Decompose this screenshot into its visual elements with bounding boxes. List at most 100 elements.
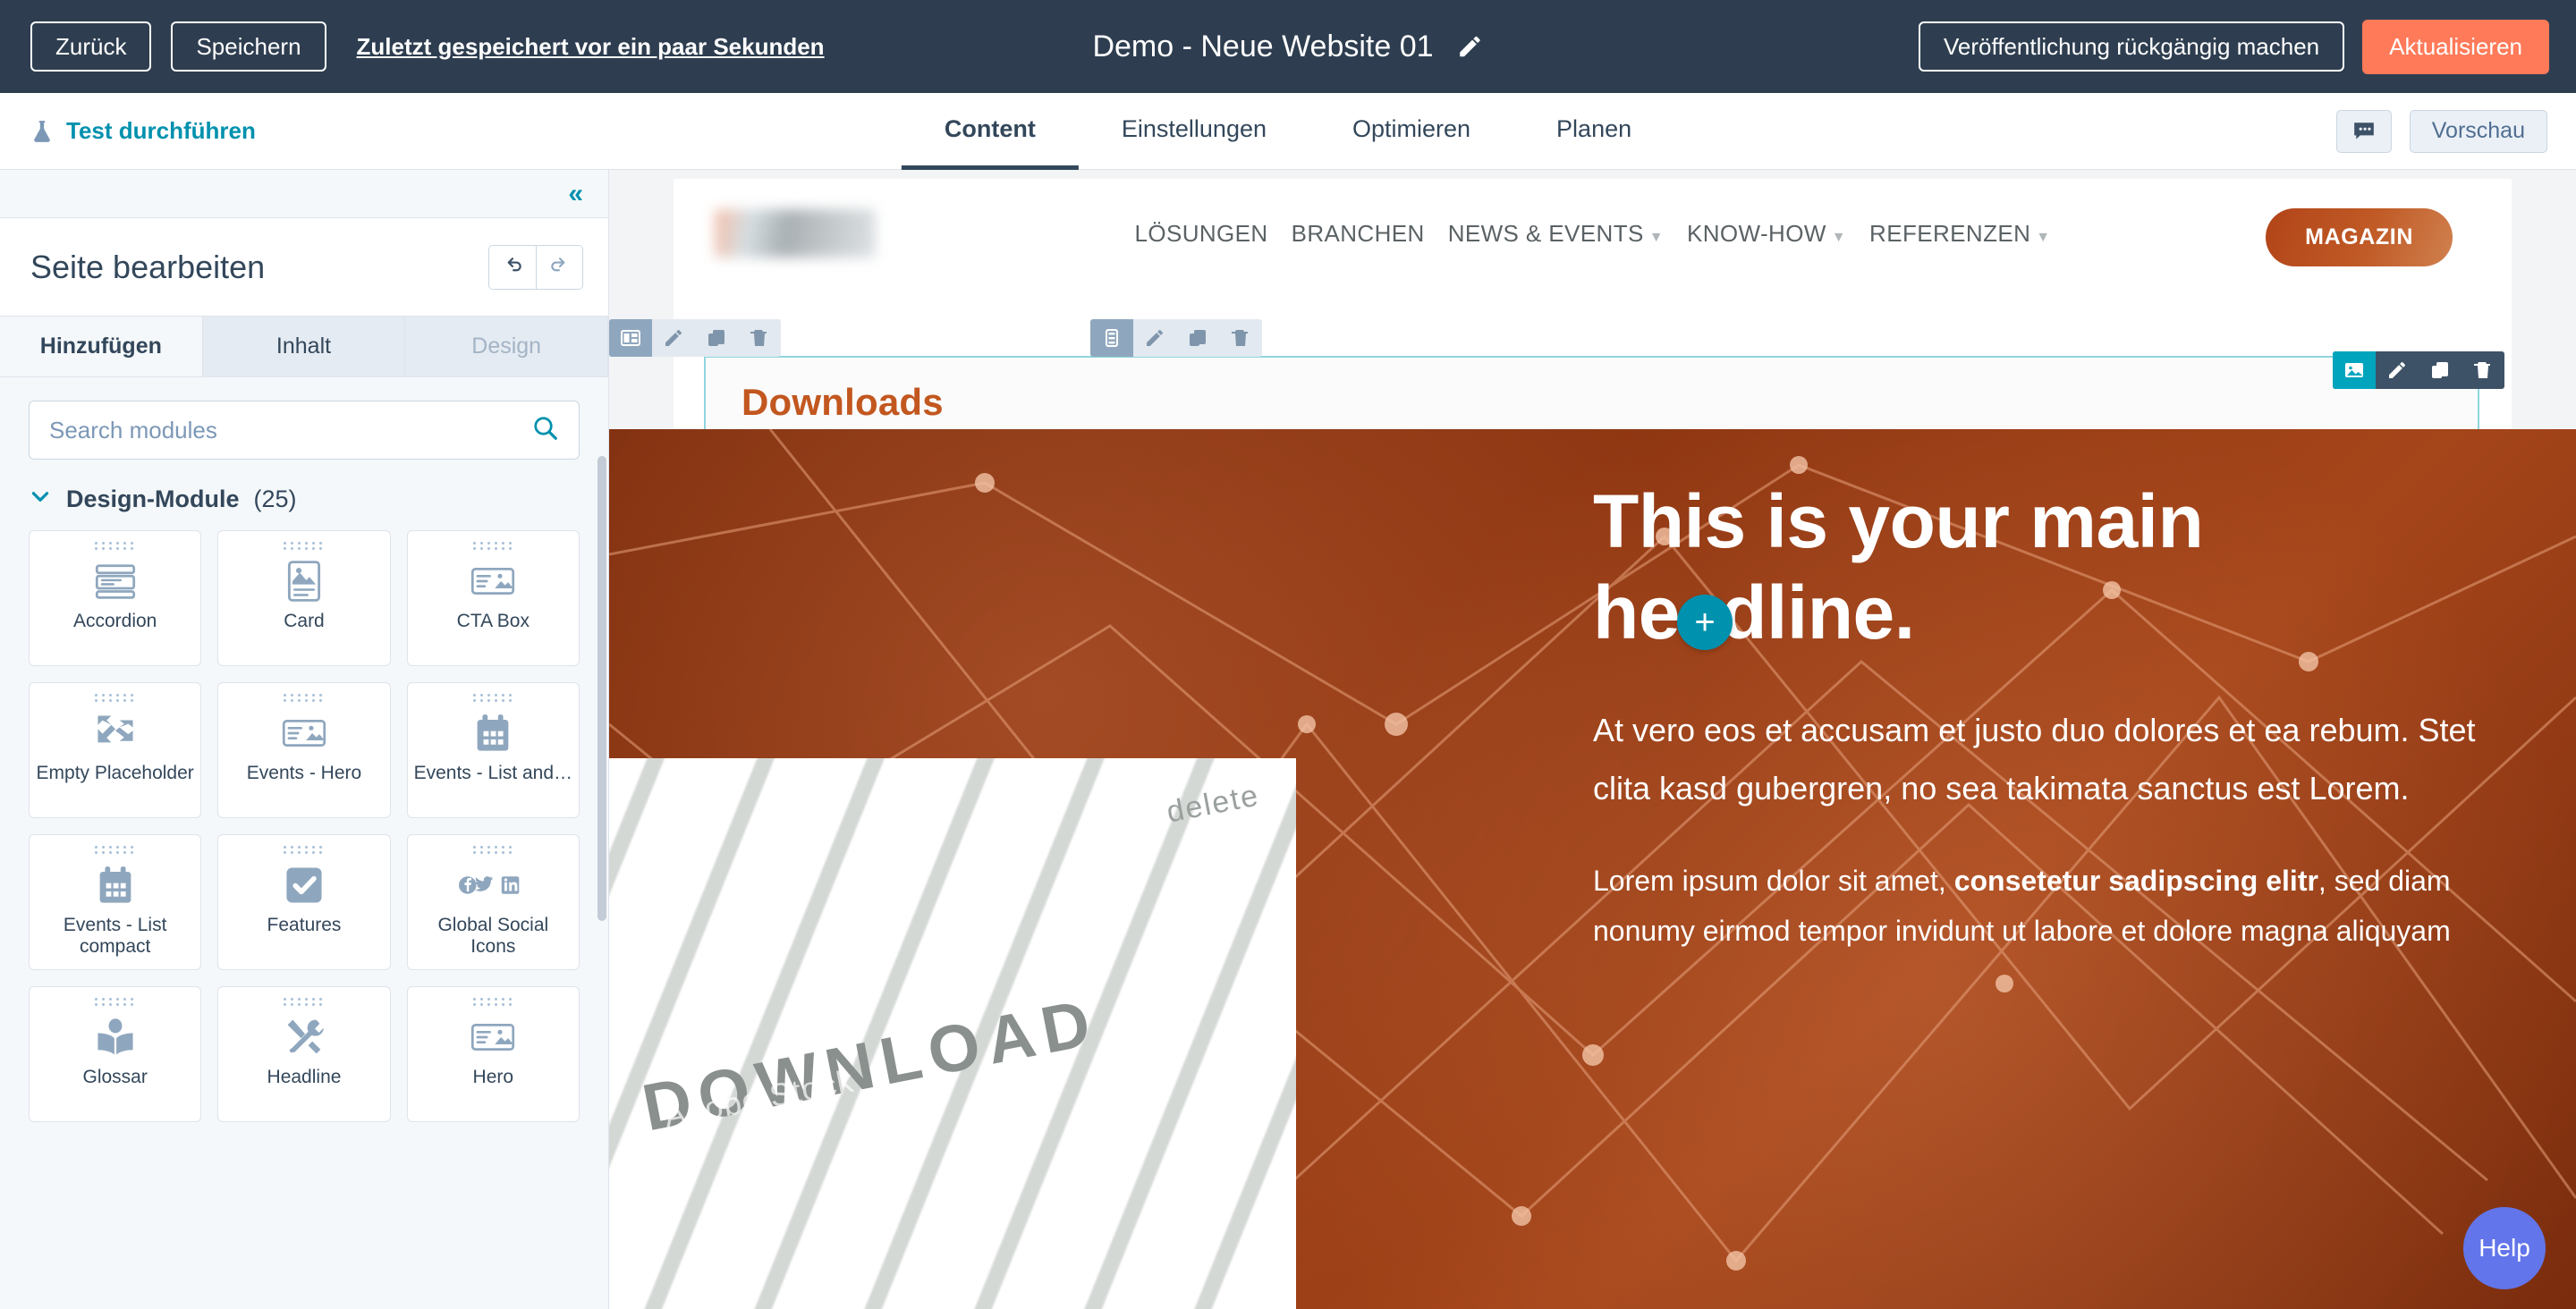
run-test-link[interactable]: Test durchführen [30, 117, 256, 145]
hero-image: delete DOWNLOAD Adobe Stock [609, 758, 1296, 1309]
pencil-icon[interactable] [1133, 319, 1176, 357]
drag-handle-icon[interactable] [284, 846, 324, 854]
module-card-cta-box[interactable]: CTA Box [406, 530, 580, 666]
sidebar-tab-design[interactable]: Design [405, 317, 608, 376]
hero-content: This is your main headline. At vero eos … [1593, 429, 2576, 1309]
drag-handle-icon[interactable] [95, 998, 135, 1006]
chevron-down-icon: ▼ [1648, 229, 1664, 245]
module-card-card[interactable]: Card [217, 530, 391, 666]
tab-content[interactable]: Content [901, 93, 1079, 170]
drag-handle-icon[interactable] [95, 542, 135, 550]
site-nav-know-how[interactable]: KNOW-HOW ▼ [1687, 220, 1846, 248]
site-nav-news-events[interactable]: NEWS & EVENTS ▼ [1448, 220, 1664, 248]
module-card-features[interactable]: Features [217, 834, 391, 970]
drag-handle-icon[interactable] [95, 846, 135, 854]
add-module-button[interactable]: + [1677, 595, 1733, 650]
pencil-icon[interactable] [2376, 351, 2419, 389]
accordion-icon [95, 557, 136, 605]
editor-tabs: Content Einstellungen Optimieren Planen [901, 93, 1674, 170]
save-button[interactable]: Speichern [171, 21, 326, 72]
module-card-hero[interactable]: Hero [406, 986, 580, 1122]
module-label: Events - Hero [246, 763, 362, 783]
trash-icon[interactable] [2462, 351, 2504, 389]
pencil-icon[interactable] [652, 319, 695, 357]
downloads-module-toolbar [2333, 351, 2504, 389]
module-label: Events - List and… [413, 763, 573, 783]
layout-icon[interactable] [609, 319, 652, 357]
calendar-icon [475, 709, 511, 757]
drag-handle-icon[interactable] [284, 542, 324, 550]
double-chevron-left-icon[interactable]: « [568, 180, 583, 207]
tab-einstellungen[interactable]: Einstellungen [1079, 93, 1309, 170]
back-button[interactable]: Zurück [30, 21, 152, 72]
copy-icon[interactable] [2419, 351, 2462, 389]
drag-handle-icon[interactable] [472, 542, 513, 550]
image-icon[interactable] [2333, 351, 2376, 389]
module-label: Glossar [82, 1067, 148, 1087]
tools-icon [284, 1013, 325, 1061]
search-icon[interactable] [532, 415, 559, 446]
drag-handle-icon[interactable] [284, 998, 324, 1006]
copy-icon[interactable] [695, 319, 738, 357]
tab-planen[interactable]: Planen [1513, 93, 1674, 170]
sidebar-tab-hinzufuegen[interactable]: Hinzufügen [0, 317, 203, 376]
module-card-glossar[interactable]: Glossar [29, 986, 202, 1122]
site-main-nav: LÖSUNGEN BRANCHEN NEWS & EVENTS ▼ KNOW-HO… [674, 220, 2512, 248]
module-card-accordion[interactable]: Accordion [29, 530, 202, 666]
site-cta-magazin[interactable]: MAGAZIN [2266, 208, 2453, 266]
banner-icon [470, 1013, 515, 1061]
drag-handle-icon[interactable] [472, 998, 513, 1006]
hero-body-prefix: Lorem ipsum dolor sit amet, [1593, 864, 1954, 897]
module-group-header[interactable]: Design-Module (25) [0, 460, 608, 523]
calendar-icon [97, 861, 133, 909]
search-input[interactable] [49, 416, 532, 444]
module-card-events-list-and[interactable]: Events - List and… [406, 682, 580, 818]
module-search-box[interactable] [29, 401, 580, 460]
module-card-events-hero[interactable]: Events - Hero [217, 682, 391, 818]
header-module-toolbar [609, 319, 781, 357]
unpublish-button[interactable]: Veröffentlichung rückgängig machen [1919, 21, 2345, 72]
module-card-global-social-icons[interactable]: Global Social Icons [406, 834, 580, 970]
sidebar-scrollbar[interactable] [597, 456, 606, 921]
sidebar-tab-inhalt[interactable]: Inhalt [202, 317, 406, 376]
drag-handle-icon[interactable] [472, 694, 513, 702]
nav-module-toolbar [1090, 319, 1262, 357]
redo-icon[interactable] [536, 245, 582, 289]
hero-module[interactable]: delete DOWNLOAD Adobe Stock This is your… [609, 429, 2576, 1309]
editor-sidebar: « Seite bearbeiten Hinzufügen Inhalt Des… [0, 170, 609, 1309]
drag-handle-icon[interactable] [284, 694, 324, 702]
site-header: LÖSUNGEN BRANCHEN NEWS & EVENTS ▼ KNOW-HO… [674, 179, 2512, 288]
copy-icon[interactable] [1176, 319, 1219, 357]
site-nav-branchen[interactable]: BRANCHEN [1292, 220, 1425, 248]
page-title-group: Demo - Neue Website 01 [1092, 30, 1483, 64]
expand-arrows-icon [95, 709, 136, 757]
trash-icon[interactable] [1219, 319, 1262, 357]
trash-icon[interactable] [738, 319, 781, 357]
last-saved-link[interactable]: Zuletzt gespeichert vor ein paar Sekunde… [357, 33, 825, 61]
site-nav-loesungen[interactable]: LÖSUNGEN [1134, 220, 1267, 248]
module-grid: Accordion Card CTA Box Empty Placeholder [0, 523, 608, 1149]
module-card-headline[interactable]: Headline [217, 986, 391, 1122]
preview-button[interactable]: Vorschau [2409, 109, 2547, 153]
editor-nav-right: Vorschau [2335, 109, 2547, 153]
drag-handle-icon[interactable] [95, 694, 135, 702]
banner-icon [282, 709, 326, 757]
editor-nav-bar: Test durchführen Content Einstellungen O… [0, 93, 2576, 170]
pencil-icon[interactable] [1457, 33, 1484, 60]
undo-icon[interactable] [489, 245, 536, 289]
book-reader-icon [95, 1013, 136, 1061]
module-card-empty-placeholder[interactable]: Empty Placeholder [29, 682, 202, 818]
module-card-events-list-compact[interactable]: Events - List compact [29, 834, 202, 970]
page-title: Demo - Neue Website 01 [1092, 29, 1434, 63]
drag-handle-icon[interactable] [472, 846, 513, 854]
chevron-down-icon[interactable] [29, 485, 52, 514]
menu-icon[interactable] [1090, 319, 1133, 357]
help-button[interactable]: Help [2463, 1207, 2546, 1289]
card-icon [287, 557, 321, 605]
top-bar-left-group: Zurück Speichern Zuletzt gespeichert vor… [0, 21, 825, 72]
flask-icon [30, 119, 54, 144]
tab-optimieren[interactable]: Optimieren [1309, 93, 1513, 170]
comment-icon[interactable] [2335, 109, 2392, 153]
update-button[interactable]: Aktualisieren [2362, 19, 2549, 74]
site-nav-referenzen[interactable]: REFERENZEN ▼ [1869, 220, 2051, 248]
